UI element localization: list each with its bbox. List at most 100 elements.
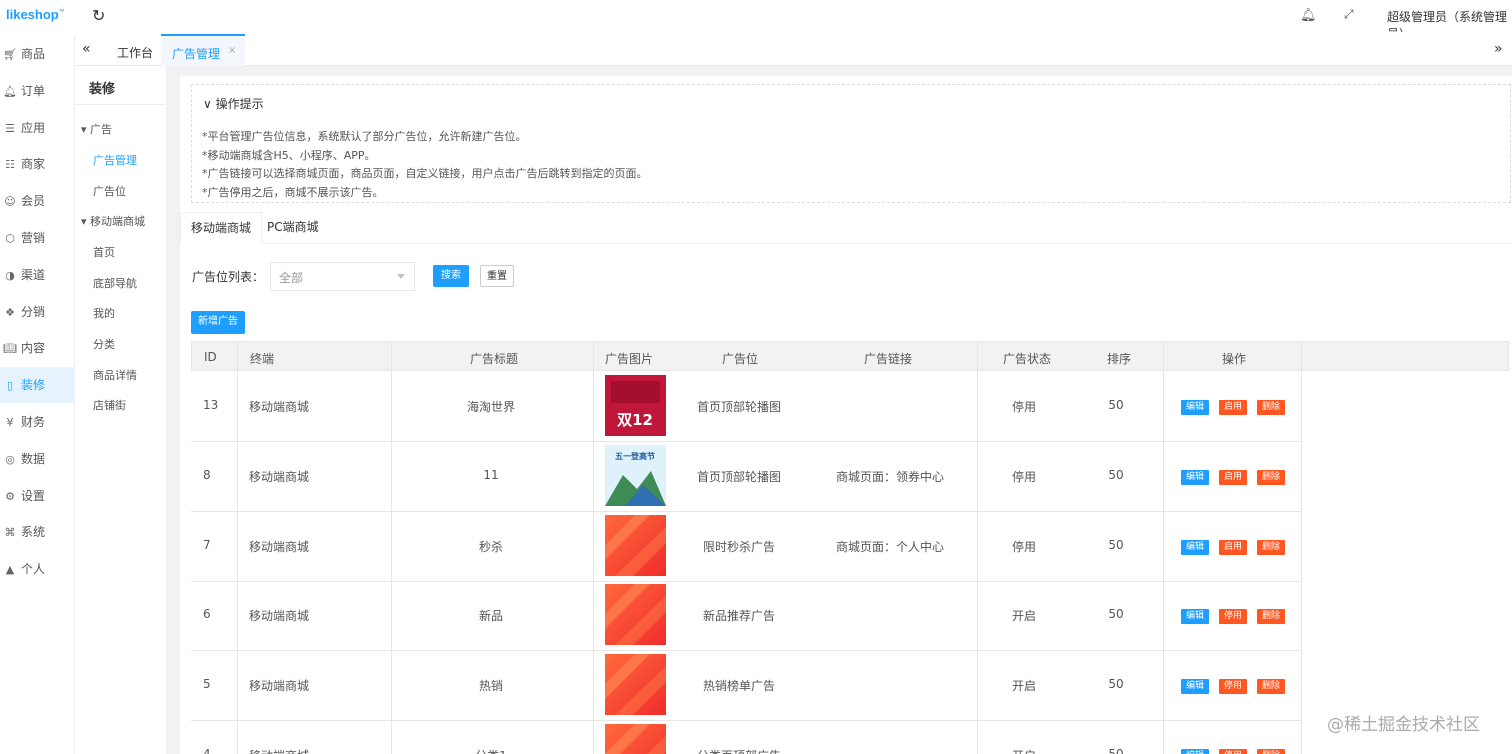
cell-id: 7 [203,537,211,552]
nav-item-11[interactable]: ◎ 数据 [0,441,75,477]
ad-image[interactable] [605,584,666,646]
sub-nav-item-8[interactable]: 商品详情 [93,367,137,383]
nav-item-5[interactable]: ⬡ 营销 [0,220,75,256]
ad-table: ID 终端 广告标题 广告图片 广告位 广告链接 广告状态 排序 操作 13 移动… [191,341,1509,754]
column-divider [977,341,978,754]
delete-button[interactable]: 删除 [1257,539,1285,555]
reset-button[interactable]: 重置 [480,265,514,287]
sub-nav-item-2[interactable]: 广告位 [93,183,126,199]
column-divider [1301,341,1302,754]
person-icon: ▲ [5,563,15,577]
close-icon[interactable]: × [228,45,236,56]
column-divider [1163,341,1164,754]
tab-pc-mall[interactable]: PC端商城 [257,212,329,244]
nav-item-9[interactable]: ▯ 装修 [0,367,75,404]
delete-button[interactable]: 删除 [1257,469,1285,485]
system-icon: ⌘ [4,526,16,540]
caret-down-icon [397,274,405,279]
sub-nav-item-9[interactable]: 店铺街 [93,397,126,413]
edit-button[interactable]: 编辑 [1181,679,1209,695]
cell-terminal: 移动端商城 [249,400,310,414]
ad-image[interactable]: 双12 [605,375,666,436]
sub-nav-item-4[interactable]: 首页 [93,244,115,260]
watermark: @稀土掘金技术社区 [1327,715,1480,735]
nav-item-10[interactable]: ¥ 财务 [0,404,75,440]
sub-nav-item-6[interactable]: 我的 [93,305,115,321]
toggle-status-button[interactable]: 停用 [1219,679,1247,695]
edit-button[interactable]: 编辑 [1181,749,1209,754]
nav-item-2[interactable]: ☰ 应用 [0,110,75,146]
delete-button[interactable]: 删除 [1257,679,1285,695]
sub-nav-item-3[interactable]: ▾ 移动端商城 [81,213,145,229]
tab-workbench[interactable]: 工作台 [117,44,153,61]
nav-item-3[interactable]: ☷ 商家 [0,146,75,182]
column-divider [391,341,392,754]
ad-image[interactable] [605,514,666,576]
nav-item-13[interactable]: ⌘ 系统 [0,514,75,550]
search-button[interactable]: 搜索 [433,265,469,287]
cell-sort: 50 [1108,467,1124,482]
cell-sort: 50 [1108,677,1124,692]
tab-scroll-right-icon[interactable]: » [1494,41,1503,57]
add-ad-button[interactable]: 新增广告 [191,311,245,334]
nav-item-4[interactable]: ☺ 会员 [0,183,75,219]
refresh-icon[interactable]: ↻ [92,6,105,25]
bell-icon: 🔔︎ [3,84,17,98]
logo[interactable]: likeshop™ [6,7,65,22]
select-value: 全部 [279,271,304,285]
gear-icon: ⚙ [5,489,15,503]
collapse-icon[interactable]: « [82,41,91,57]
nav-item-label: 订单 [21,83,46,98]
delete-button[interactable]: 删除 [1257,609,1285,625]
edit-button[interactable]: 编辑 [1181,469,1209,485]
toggle-status-button[interactable]: 启用 [1219,539,1247,555]
toggle-status-button[interactable]: 停用 [1219,749,1247,754]
edit-button[interactable]: 编辑 [1181,539,1209,555]
yen-icon: ¥ [6,416,14,429]
delete-button[interactable]: 删除 [1257,400,1285,415]
cell-title: 秒杀 [478,539,503,554]
toggle-status-button[interactable]: 启用 [1219,400,1247,415]
edit-button[interactable]: 编辑 [1181,400,1209,415]
ad-image[interactable]: 五一登高节 [605,444,666,506]
nav-item-1[interactable]: 🔔︎ 订单 [0,73,75,109]
edit-button[interactable]: 编辑 [1181,609,1209,625]
tip-line: *广告链接可以选择商城页面，商品页面，自定义链接，用户点击广告后跳转到指定的页面… [202,167,648,180]
table-row: 6 移动端商城 新品 新品推荐广告 开启 50 编辑 停用 删除 [191,581,1302,652]
tab-ad-management[interactable]: 广告管理 × [161,34,245,66]
nav-item-label: 会员 [21,194,46,209]
table-header: ID 终端 广告标题 广告图片 广告位 广告链接 广告状态 排序 操作 [191,341,1509,371]
bell-icon[interactable]: 🔔︎ [1300,8,1317,23]
ad-position-select[interactable]: 全部 [270,262,415,291]
sub-nav-item-1[interactable]: 广告管理 [93,152,137,168]
sub-nav-item-7[interactable]: 分类 [93,336,115,352]
thumb-caption: 五一登高节 [615,451,655,461]
sub-nav-item-5[interactable]: 底部导航 [93,275,137,291]
tab-mobile-mall[interactable]: 移动端商城 [180,212,263,244]
nav-item-7[interactable]: ❖ 分销 [0,294,75,330]
ad-image[interactable] [605,654,666,716]
cell-terminal: 移动端商城 [249,609,310,624]
toggle-status-button[interactable]: 停用 [1219,609,1247,625]
cell-id: 4 [203,747,211,754]
toggle-status-button[interactable]: 启用 [1219,469,1247,485]
nav-item-0[interactable]: 🛒︎ 商品 [0,36,75,72]
tab-label: 广告管理 [172,47,221,61]
th-status: 广告状态 [1003,352,1052,366]
delete-button[interactable]: 删除 [1257,749,1285,754]
table-row: 4移动端商城分类1分类页顶部广告开启50编辑停用删除 [191,721,1302,754]
nav-item-8[interactable]: 📖︎ 内容 [0,330,75,366]
column-divider [237,341,238,754]
fullscreen-icon[interactable]: ⤢ [1344,7,1354,22]
nav-item-label: 商品 [21,47,46,61]
nav-item-label: 装修 [21,378,46,393]
sub-nav-item-0[interactable]: ▾ 广告 [81,121,112,137]
nav-item-14[interactable]: ▲ 个人 [0,551,75,587]
nav-item-6[interactable]: ◑ 渠道 [0,257,75,293]
cell-sort: 50 [1108,607,1124,622]
nav-item-label: 内容 [21,341,46,356]
ad-image[interactable] [605,724,666,754]
tips-title[interactable]: ∨ 操作提示 [203,95,264,112]
nav-item-12[interactable]: ⚙ 设置 [0,478,75,514]
column-divider [593,341,594,754]
